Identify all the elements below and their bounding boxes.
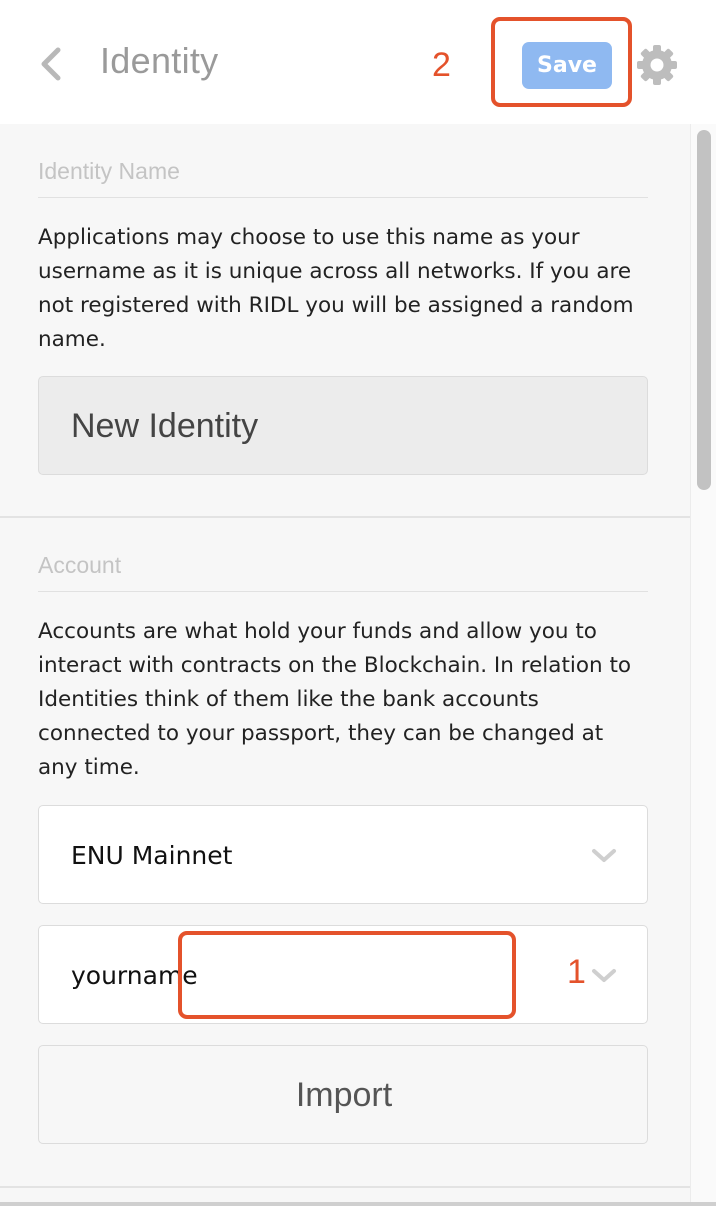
header-bar: Identity 2 Save (0, 0, 716, 124)
page-title: Identity (100, 40, 219, 81)
annotation-step-two: 2 (432, 46, 451, 84)
account-select-value: yourname (71, 961, 198, 990)
chevron-left-icon[interactable] (36, 44, 66, 84)
network-select-value: ENU Mainnet (71, 841, 233, 870)
network-select[interactable]: ENU Mainnet (38, 805, 648, 904)
identity-name-input[interactable]: New Identity (38, 376, 648, 475)
identity-name-description: Applications may choose to use this name… (38, 225, 634, 352)
chevron-down-icon (592, 849, 616, 862)
bottom-divider (0, 1202, 716, 1206)
import-button[interactable]: Import (38, 1045, 648, 1144)
account-section: Account Accounts are what hold your fund… (0, 518, 690, 1188)
account-select[interactable]: yourname (38, 925, 648, 1024)
scrollbar-thumb[interactable] (697, 130, 711, 490)
identity-name-section: Identity Name Applications may choose to… (0, 124, 690, 518)
identity-form: Identity Name Applications may choose to… (0, 124, 690, 1206)
account-heading: Account (38, 552, 648, 592)
import-label: Import (295, 1076, 393, 1114)
gear-icon[interactable] (636, 44, 678, 86)
vertical-scrollbar[interactable] (690, 124, 716, 1206)
save-button[interactable]: Save (522, 42, 612, 89)
chevron-down-icon (592, 969, 616, 982)
annotation-step-one: 1 (567, 953, 586, 991)
account-description: Accounts are what hold your funds and al… (38, 619, 632, 780)
identity-name-heading: Identity Name (38, 158, 648, 198)
